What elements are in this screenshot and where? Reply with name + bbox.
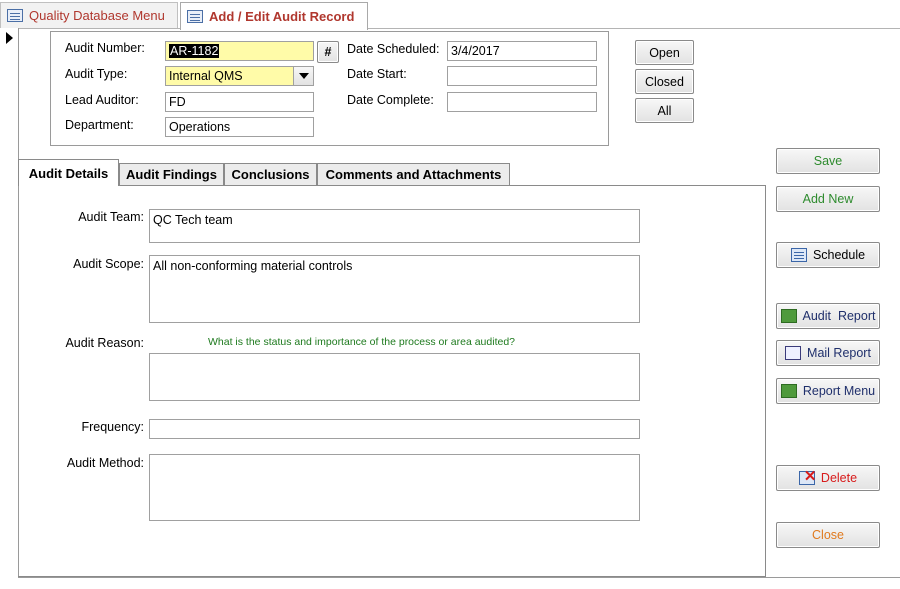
form-bottom-border — [18, 577, 900, 578]
audit-reason-hint: What is the status and importance of the… — [208, 336, 516, 348]
frequency-field[interactable] — [149, 419, 640, 439]
tab-audit-details[interactable]: Audit Details — [18, 159, 119, 186]
doc-tab-add-edit-audit-record[interactable]: Add / Edit Audit Record — [180, 2, 368, 30]
record-selector-icon — [6, 32, 13, 44]
open-filter-button[interactable]: Open — [635, 40, 694, 65]
audit-report-button[interactable]: Audit Report — [776, 303, 880, 329]
lead-auditor-field[interactable]: FD — [165, 92, 314, 112]
date-scheduled-field[interactable]: 3/4/2017 — [447, 41, 597, 61]
record-selector[interactable] — [0, 28, 19, 576]
audit-team-field[interactable]: QC Tech team — [149, 209, 640, 243]
audit-reason-field[interactable] — [149, 353, 640, 401]
date-complete-field[interactable] — [447, 92, 597, 112]
tab-audit-findings[interactable]: Audit Findings — [119, 163, 224, 185]
add-new-button[interactable]: Add New — [776, 186, 880, 212]
report-menu-label: Report Menu — [802, 384, 876, 398]
audit-number-label: Audit Number: — [65, 41, 145, 55]
form-icon — [187, 10, 203, 23]
date-complete-label: Date Complete: — [347, 93, 434, 107]
audit-scope-label: Audit Scope: — [73, 257, 144, 271]
frequency-label: Frequency: — [81, 420, 144, 434]
delete-button[interactable]: Delete — [776, 465, 880, 491]
tab-conclusions[interactable]: Conclusions — [224, 163, 317, 185]
date-start-label: Date Start: — [347, 67, 407, 81]
audit-report-icon — [780, 309, 797, 323]
schedule-icon — [790, 248, 807, 262]
report-menu-icon — [780, 384, 797, 398]
delete-label: Delete — [820, 471, 858, 485]
audit-number-field[interactable]: AR-1182 — [165, 41, 314, 61]
mail-report-icon — [785, 346, 802, 360]
audit-method-field[interactable] — [149, 454, 640, 521]
dropdown-arrow-icon[interactable] — [293, 67, 313, 85]
mail-report-button[interactable]: Mail Report — [776, 340, 880, 366]
audit-method-label: Audit Method: — [66, 456, 144, 470]
lead-auditor-label: Lead Auditor: — [65, 93, 139, 107]
date-scheduled-label: Date Scheduled: — [347, 42, 440, 56]
department-field[interactable]: Operations — [165, 117, 314, 137]
all-filter-button[interactable]: All — [635, 98, 694, 123]
schedule-label: Schedule — [812, 248, 866, 262]
department-label: Department: — [65, 118, 134, 132]
audit-type-label: Audit Type: — [65, 67, 128, 81]
closed-filter-button[interactable]: Closed — [635, 69, 694, 94]
date-start-field[interactable] — [447, 66, 597, 86]
mail-report-label: Mail Report — [807, 346, 871, 360]
report-menu-button[interactable]: Report Menu — [776, 378, 880, 404]
form-icon — [7, 9, 23, 22]
audit-scope-field[interactable]: All non-conforming material controls — [149, 255, 640, 323]
doc-tab-quality-database-menu[interactable]: Quality Database Menu — [0, 2, 178, 28]
audit-number-lookup-button[interactable]: # — [317, 41, 339, 63]
audit-reason-label: Audit Reason: — [65, 336, 144, 350]
audit-type-value: Internal QMS — [169, 69, 243, 83]
tab-comments-and-attachments[interactable]: Comments and Attachments — [317, 163, 510, 185]
close-button[interactable]: Close — [776, 522, 880, 548]
doc-tab-label: Quality Database Menu — [29, 8, 165, 23]
save-button[interactable]: Save — [776, 148, 880, 174]
delete-icon — [798, 467, 816, 485]
audit-type-select[interactable]: Internal QMS — [165, 66, 314, 86]
schedule-button[interactable]: Schedule — [776, 242, 880, 268]
audit-report-label: Audit Report — [802, 309, 876, 323]
audit-team-label: Audit Team: — [78, 210, 144, 224]
doc-tab-label: Add / Edit Audit Record — [209, 9, 355, 24]
